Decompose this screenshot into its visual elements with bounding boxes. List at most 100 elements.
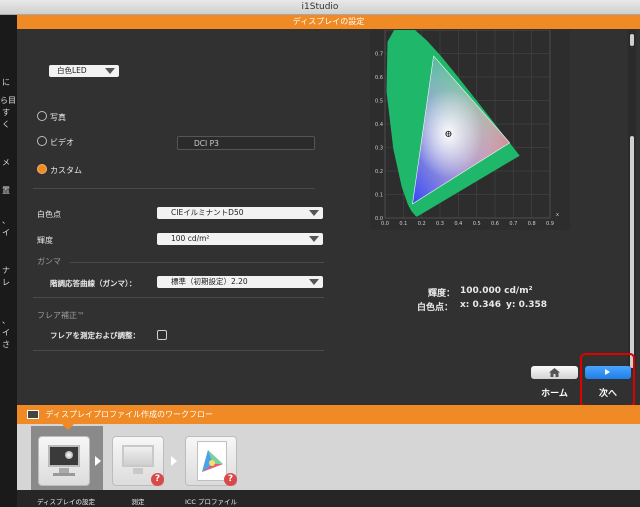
workflow-arrow (171, 456, 177, 466)
x-tick-label: 0.5 (473, 221, 481, 227)
y-tick-label: 0.1 (375, 193, 383, 199)
video-standard-value: DCI P3 (194, 139, 219, 148)
x-tick-label: 0.1 (399, 221, 407, 227)
workflow-header: ディスプレイプロファイル作成のワークフロー (17, 405, 640, 424)
workflow-arrow (95, 456, 101, 466)
whitepoint-x-value: x: 0.346 (460, 300, 502, 310)
x-tick-label: 0.2 (418, 221, 426, 227)
radio-custom[interactable] (37, 164, 47, 174)
scrollbar-top-thumb[interactable] (630, 34, 634, 46)
workflow-title: ディスプレイプロファイル作成のワークフロー (45, 410, 213, 419)
x-tick-label: 0.7 (509, 221, 517, 227)
chart-svg: 0.0 0.1 0.2 0.3 0.4 0.5 0.6 0.7 0.8 0.90.00.10.20… (375, 29, 559, 227)
luminance-label: 輝度 (37, 236, 53, 245)
background-text-fragment: レ (2, 278, 10, 287)
home-icon (549, 368, 560, 377)
background-text-fragment: 、 (2, 316, 10, 325)
background-app-strip: に ら目 す く メ 置 、 イ ナ レ 、 イ さ (0, 15, 17, 507)
background-text-fragment: く (2, 120, 10, 129)
chevron-down-icon (105, 68, 115, 74)
brightness-icon (65, 451, 73, 459)
monitor-icon (27, 410, 39, 419)
chevron-down-icon (309, 279, 319, 285)
background-text-fragment: メ (2, 158, 10, 167)
background-text-fragment: ナ (2, 266, 10, 275)
chevron-down-icon (309, 236, 319, 242)
divider (33, 188, 315, 189)
radio-video[interactable] (37, 136, 47, 146)
workflow-step-icc-profile[interactable]: ? (185, 436, 237, 486)
y-tick-label: 0.2 (375, 169, 383, 175)
x-tick-label: 0.6 (491, 221, 499, 227)
y-tick-label: 0.0 (375, 216, 383, 222)
home-label: ホーム (541, 389, 568, 399)
gamut-icon (202, 450, 223, 472)
whitepoint-readout-label: 白色点： (417, 303, 454, 313)
radio-video-label: ビデオ (50, 138, 74, 147)
active-step-pointer (62, 424, 74, 430)
whitepoint-y-value: y: 0.358 (506, 300, 548, 310)
monitor-base (53, 473, 75, 476)
workflow-step-measure[interactable]: ? (112, 436, 164, 486)
background-text-fragment: す (2, 108, 10, 117)
y-tick-label: 0.7 (375, 52, 383, 58)
window-titlebar: i1Studio (0, 0, 640, 15)
gamma-label: 階調応答曲線（ガンマ）： (50, 279, 137, 288)
y-tick-label: 0.3 (375, 146, 383, 152)
luminance-value: 100 cd/m² (171, 234, 210, 243)
monitor-icon (48, 445, 80, 467)
luminance-readout-label: 輝度： (428, 289, 456, 299)
display-type-select[interactable]: 白色LED (49, 65, 119, 77)
y-tick-label: 0.4 (375, 122, 383, 128)
x-tick-label: 0.4 (454, 221, 462, 227)
monitor-icon (122, 445, 154, 467)
flare-section-title: フレア補正™ (37, 311, 85, 320)
workflow-step-display-setup[interactable] (38, 436, 90, 486)
whitepoint-select[interactable]: CIEイルミナントD50 (157, 207, 323, 219)
x-tick-label: 0.3 (436, 221, 444, 227)
divider (33, 297, 324, 298)
x-tick-label: 0.9 (546, 221, 554, 227)
background-text-fragment: 、 (2, 216, 10, 225)
background-text-fragment: イ (2, 228, 10, 237)
radio-custom-label: カスタム (50, 166, 82, 175)
workflow-label-bar (17, 490, 640, 507)
radio-photo[interactable] (37, 111, 47, 121)
scrollbar-thumb[interactable] (630, 136, 634, 368)
whitepoint-value: CIEイルミナントD50 (171, 208, 244, 217)
workflow-step-label: ディスプレイの設定 (36, 498, 96, 506)
x-axis-label: x (556, 212, 559, 218)
gamma-select[interactable]: 標準（初期設定）2.20 (157, 276, 323, 288)
question-icon: ? (224, 473, 237, 486)
window-title: i1Studio (301, 2, 339, 12)
annotation-highlight-box (580, 353, 635, 407)
workflow-step-label: 測定 (131, 498, 145, 506)
y-tick-label: 0.5 (375, 99, 383, 105)
home-button[interactable] (531, 366, 578, 379)
divider (33, 350, 324, 351)
background-text-fragment: イ (2, 328, 10, 337)
chevron-down-icon (309, 210, 319, 216)
background-text-fragment: に (2, 78, 10, 87)
flare-checkbox[interactable] (157, 330, 167, 340)
video-standard-field: DCI P3 (177, 136, 315, 150)
display-type-value: 白色LED (57, 66, 87, 75)
monitor-stand (133, 468, 143, 474)
whitepoint-marker (445, 130, 452, 137)
document-icon (197, 441, 227, 481)
gamma-section-title: ガンマ (37, 257, 61, 266)
question-icon: ? (151, 473, 164, 486)
luminance-readout-value: 100.000 cd/m² (460, 286, 533, 296)
flare-label: フレアを測定および調整： (50, 331, 140, 340)
cie-chromaticity-chart: 0.0 0.1 0.2 0.3 0.4 0.5 0.6 0.7 0.8 0.9 0.0 0.1 0.2 0… (370, 29, 570, 230)
luminance-select[interactable]: 100 cd/m² (157, 233, 323, 245)
workflow-step-label: ICC プロファイル (184, 498, 238, 506)
background-text-fragment: さ (2, 340, 10, 349)
background-text-fragment: ら目 (0, 96, 16, 105)
background-text-fragment: 置 (2, 186, 10, 195)
page-title: ディスプレイの設定 (292, 17, 365, 26)
divider (70, 262, 324, 263)
radio-photo-label: 写真 (50, 113, 66, 122)
gamma-value: 標準（初期設定）2.20 (171, 277, 248, 286)
whitepoint-label: 白色点 (37, 210, 61, 219)
